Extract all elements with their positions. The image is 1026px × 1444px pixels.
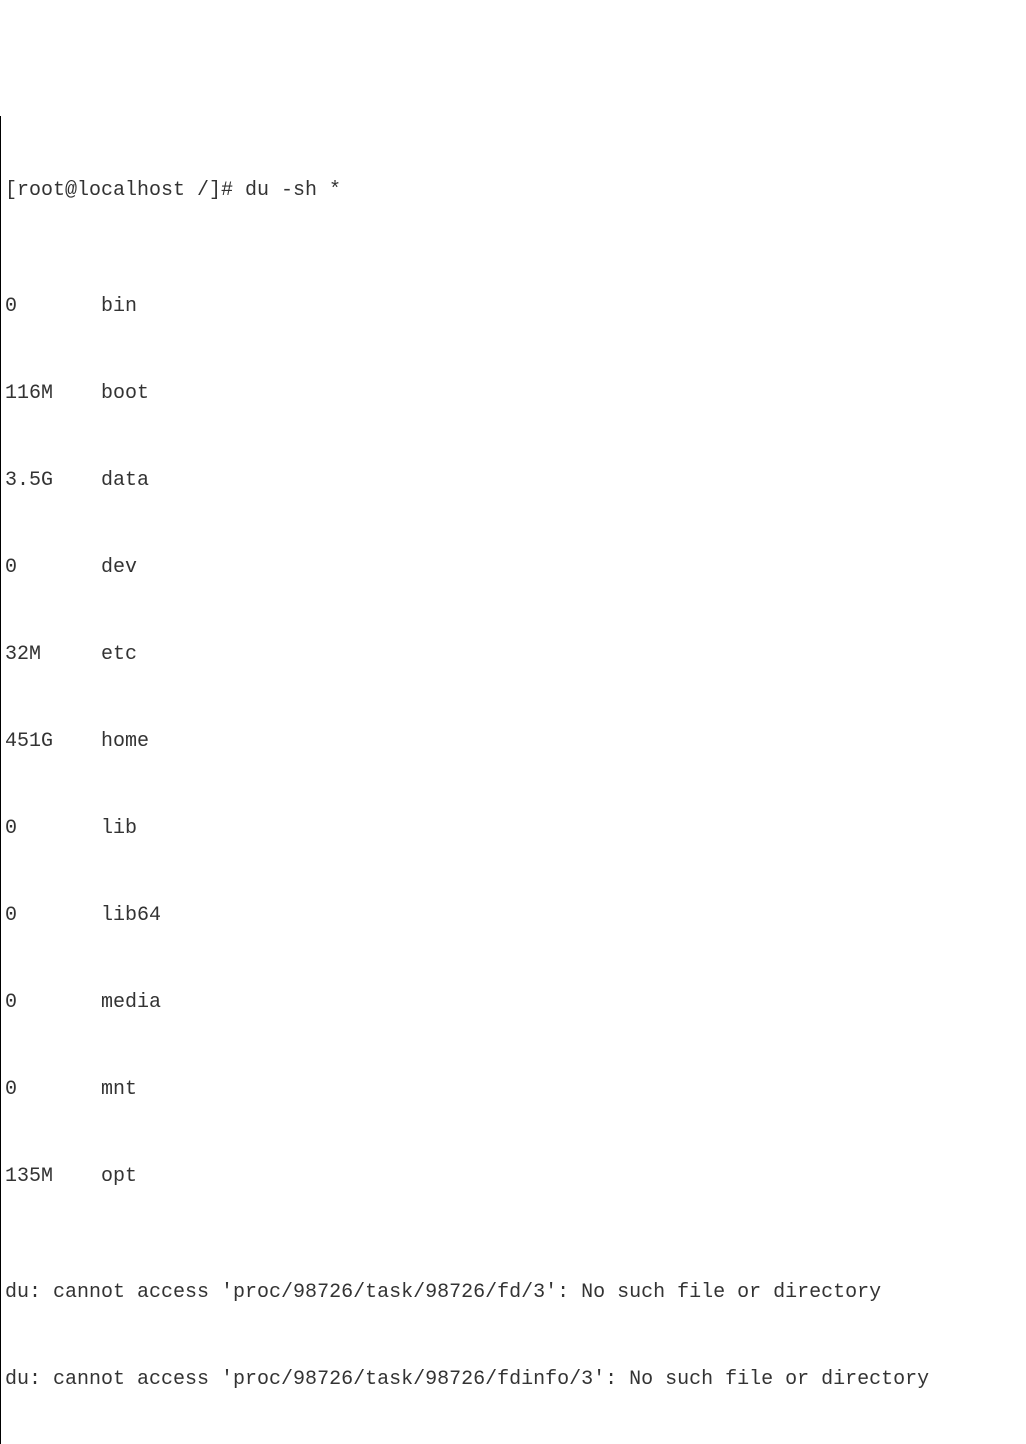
du-error-prefix: du: cannot access [5, 1368, 221, 1391]
du-row: 0mnt [5, 1075, 1026, 1104]
du-size: 451G [5, 727, 101, 756]
du-size: 0 [5, 553, 101, 582]
prompt-line: [root@localhost /]# du -sh * [5, 176, 1026, 205]
du-name: lib64 [101, 901, 161, 930]
du-row: 0dev [5, 553, 1026, 582]
du-size: 0 [5, 901, 101, 930]
du-row: 0bin [5, 292, 1026, 321]
du-error-path: 'proc/98726/task/98726/fd/3' [221, 1281, 557, 1304]
du-size: 3.5G [5, 466, 101, 495]
du-name: data [101, 466, 149, 495]
du-error-path: 'proc/98726/task/98726/fdinfo/3' [221, 1368, 605, 1391]
du-error-prefix: du: cannot access [5, 1281, 221, 1304]
du-size: 116M [5, 379, 101, 408]
du-error-line: du: cannot access 'proc/98726/task/98726… [5, 1365, 1026, 1394]
du-name: mnt [101, 1075, 137, 1104]
du-name: etc [101, 640, 137, 669]
du-name: dev [101, 553, 137, 582]
du-row: 0media [5, 988, 1026, 1017]
du-row: 451Ghome [5, 727, 1026, 756]
du-size: 32M [5, 640, 101, 669]
du-size: 0 [5, 1075, 101, 1104]
du-name: opt [101, 1162, 137, 1191]
du-size: 0 [5, 988, 101, 1017]
du-row: 0lib [5, 814, 1026, 843]
command-text: du -sh * [245, 179, 341, 202]
du-error-suffix: : No such file or directory [605, 1368, 929, 1391]
du-name: bin [101, 292, 137, 321]
du-error-suffix: : No such file or directory [557, 1281, 881, 1304]
shell-prompt: [root@localhost /]# [5, 179, 245, 202]
du-error-line: du: cannot access 'proc/98726/task/98726… [5, 1278, 1026, 1307]
du-row: 116Mboot [5, 379, 1026, 408]
du-name: media [101, 988, 161, 1017]
terminal-output[interactable]: [root@localhost /]# du -sh * 0bin 116Mbo… [0, 116, 1026, 1444]
du-row: 3.5Gdata [5, 466, 1026, 495]
du-row: 0lib64 [5, 901, 1026, 930]
du-size: 0 [5, 292, 101, 321]
du-row: 32Metc [5, 640, 1026, 669]
du-name: boot [101, 379, 149, 408]
du-row: 135Mopt [5, 1162, 1026, 1191]
du-name: lib [101, 814, 137, 843]
du-size: 0 [5, 814, 101, 843]
du-name: home [101, 727, 149, 756]
du-size: 135M [5, 1162, 101, 1191]
